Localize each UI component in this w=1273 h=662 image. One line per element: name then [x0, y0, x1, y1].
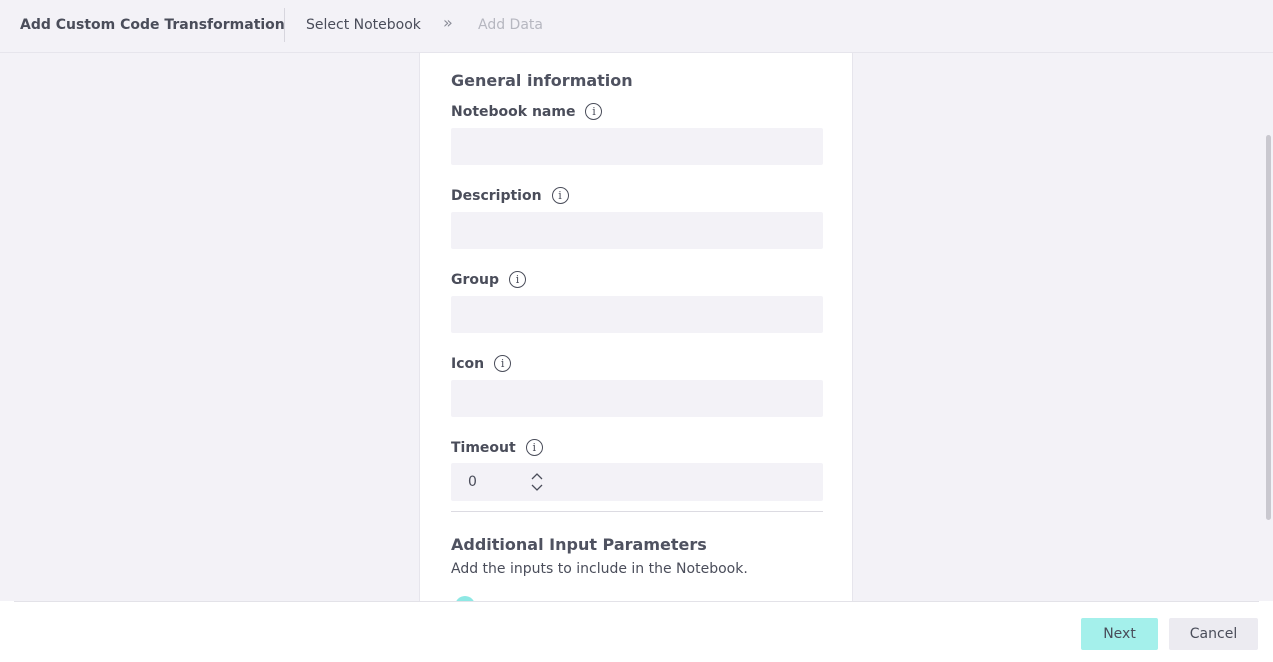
group-input[interactable] — [451, 296, 823, 333]
form-card: General information Notebook name i Desc… — [419, 53, 853, 601]
description-label: Description i — [451, 187, 569, 204]
footer-divider — [14, 601, 1259, 602]
section-divider — [451, 511, 823, 512]
info-icon[interactable]: i — [551, 187, 569, 204]
info-icon[interactable]: i — [494, 355, 512, 372]
scrollbar-thumb[interactable] — [1266, 135, 1271, 520]
notebook-name-label: Notebook name i — [451, 103, 603, 120]
info-icon[interactable]: i — [509, 271, 527, 288]
page-title: Add Custom Code Transformation — [20, 17, 285, 33]
description-input[interactable] — [451, 212, 823, 249]
description-label-text: Description — [451, 187, 542, 204]
step-add-data: Add Data — [478, 17, 543, 33]
content-area: General information Notebook name i Desc… — [0, 53, 1273, 601]
additional-input-parameters-subtitle: Add the inputs to include in the Noteboo… — [451, 561, 748, 577]
additional-input-parameters-title: Additional Input Parameters — [451, 535, 707, 554]
header-divider — [284, 8, 285, 42]
general-information-title: General information — [451, 71, 633, 90]
info-icon[interactable]: i — [525, 439, 543, 456]
info-icon[interactable]: i — [585, 103, 603, 120]
group-label: Group i — [451, 271, 527, 288]
wizard-header: Add Custom Code Transformation Select No… — [0, 0, 1273, 53]
timeout-value[interactable]: 0 — [468, 474, 477, 490]
timeout-number-input[interactable]: 0 — [451, 463, 823, 501]
icon-label: Icon i — [451, 355, 512, 372]
stepper-chevrons-icon[interactable] — [530, 472, 544, 492]
notebook-name-label-text: Notebook name — [451, 103, 576, 120]
notebook-name-input[interactable] — [451, 128, 823, 165]
double-chevron-right-icon: » — [443, 13, 453, 32]
wizard-footer: Next Cancel — [0, 601, 1273, 662]
icon-label-text: Icon — [451, 355, 485, 372]
cancel-button[interactable]: Cancel — [1169, 618, 1258, 650]
group-label-text: Group — [451, 271, 500, 288]
step-select-notebook[interactable]: Select Notebook — [306, 17, 421, 33]
timeout-label: Timeout i — [451, 439, 543, 456]
icon-input[interactable] — [451, 380, 823, 417]
next-button[interactable]: Next — [1081, 618, 1158, 650]
timeout-label-text: Timeout — [451, 439, 516, 456]
